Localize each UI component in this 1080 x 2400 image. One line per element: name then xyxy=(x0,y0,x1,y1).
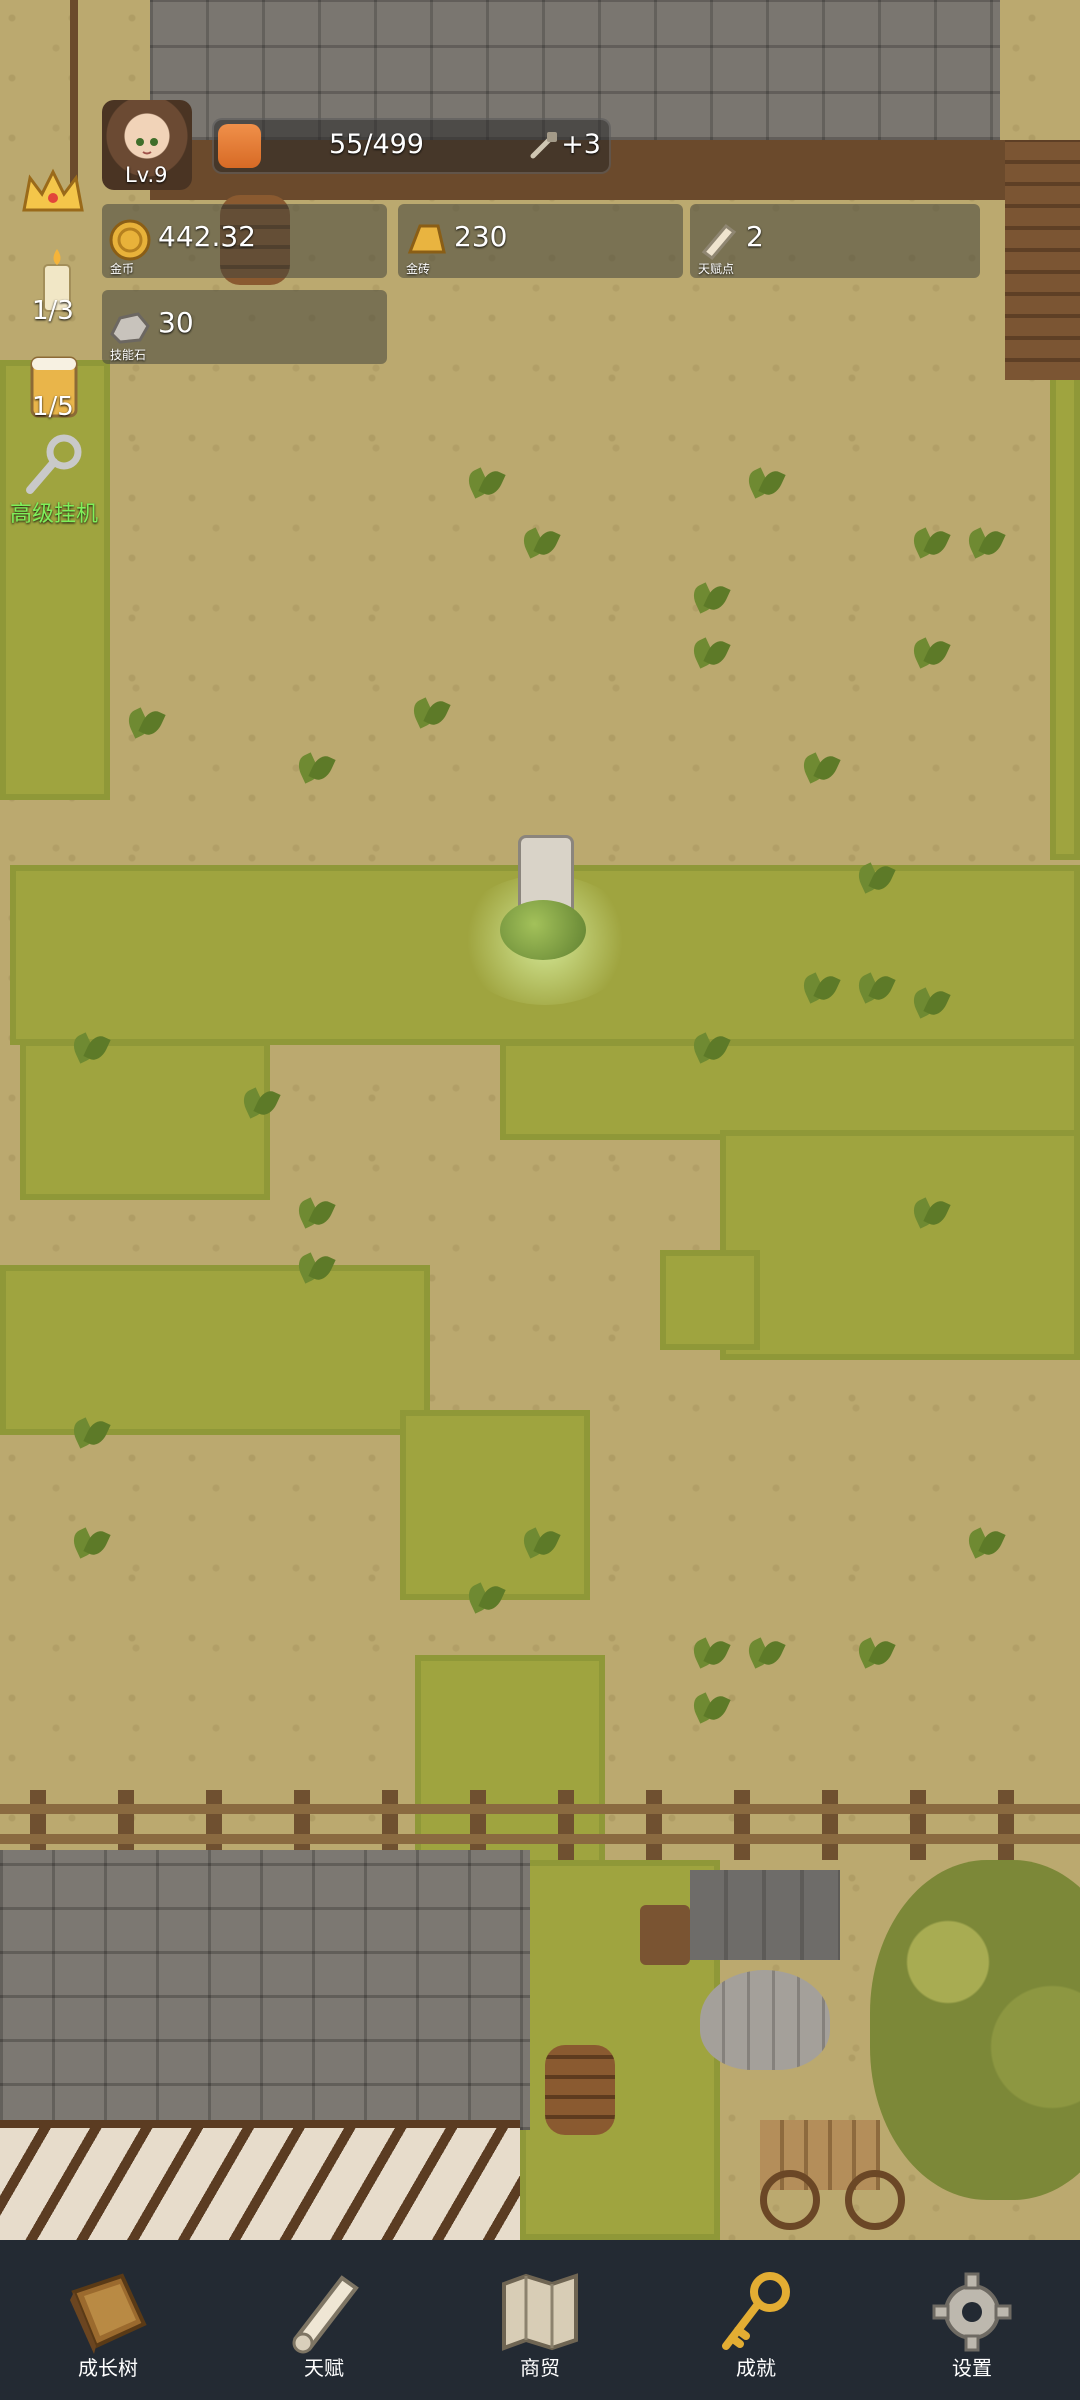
well-base xyxy=(700,1970,830,2070)
player-level: Lv.9 xyxy=(125,163,168,187)
stone-icon xyxy=(110,312,150,344)
bush-crop xyxy=(500,900,586,960)
nav-label: 成就 xyxy=(736,2356,776,2380)
sprout xyxy=(745,460,785,496)
grass-patch xyxy=(0,360,110,800)
sprout xyxy=(465,1575,505,1611)
house-roof xyxy=(0,1850,530,2130)
sprout xyxy=(70,1025,110,1061)
well-roof xyxy=(690,1870,840,1960)
sprout xyxy=(295,1245,335,1281)
xp-bonus: +3 xyxy=(561,129,601,160)
wooden-cart xyxy=(660,2110,930,2230)
sprout xyxy=(800,745,840,781)
sprout xyxy=(70,1520,110,1556)
face-icon xyxy=(136,138,158,155)
player-character[interactable] xyxy=(455,835,635,1005)
sprout xyxy=(910,520,950,556)
beer-count: 1/5 xyxy=(32,392,74,422)
coin-icon xyxy=(109,219,151,261)
sprout xyxy=(965,1520,1005,1556)
nav-label: 天赋 xyxy=(304,2356,344,2380)
gold-coin-counter[interactable]: 442.32 金币 xyxy=(102,204,387,278)
scroll-icon xyxy=(701,223,737,261)
nav-settings[interactable]: 设置 xyxy=(864,2240,1080,2400)
skill-stone-label: 技能石 xyxy=(110,348,147,362)
candle-count: 1/3 xyxy=(32,296,74,326)
scroll-icon xyxy=(292,2275,359,2354)
sprout xyxy=(800,965,840,1001)
crown-icon[interactable] xyxy=(18,160,88,230)
sprout xyxy=(910,630,950,666)
key-icon xyxy=(722,2272,790,2350)
skill-stone-value: 30 xyxy=(158,306,194,339)
talent-point-value: 2 xyxy=(746,220,764,253)
talent-point-label: 天赋点 xyxy=(698,262,735,276)
gear-icon xyxy=(932,2272,1012,2352)
sprout xyxy=(410,690,450,726)
sprout xyxy=(965,520,1005,556)
xp-text: 55/499 xyxy=(329,129,424,160)
gold-bar-label: 金砖 xyxy=(406,262,431,276)
sprout xyxy=(855,1630,895,1666)
gold-bar-value: 230 xyxy=(454,220,508,253)
sprout xyxy=(855,855,895,891)
grass-patch xyxy=(20,1040,270,1200)
water-bucket xyxy=(640,1905,690,1965)
stone-well xyxy=(690,1870,840,2080)
sprout xyxy=(70,1410,110,1446)
nav-label: 设置 xyxy=(952,2356,992,2380)
nav-talent[interactable]: 天赋 xyxy=(216,2240,432,2400)
cart-wheel xyxy=(845,2170,905,2230)
nav-label: 商贸 xyxy=(520,2356,560,2380)
cart-wheel xyxy=(760,2170,820,2230)
gold-coin-value: 442.32 xyxy=(158,220,256,253)
map-icon xyxy=(502,2273,578,2351)
sprout xyxy=(690,1685,730,1721)
talent-point-counter[interactable]: 2 天赋点 xyxy=(690,204,980,278)
sprout xyxy=(690,1630,730,1666)
sprout xyxy=(240,1080,280,1116)
book-icon xyxy=(70,2273,147,2354)
grass-patch xyxy=(720,1130,1080,1360)
house-wall xyxy=(0,2120,520,2240)
sprout xyxy=(465,460,505,496)
grass-patch xyxy=(400,1410,590,1600)
grass-patch xyxy=(1050,360,1080,860)
sprout xyxy=(910,980,950,1016)
sprout xyxy=(855,965,895,1001)
nav-achievement[interactable]: 成就 xyxy=(648,2240,864,2400)
advanced-afk-label[interactable]: 高级挂机 xyxy=(10,496,98,528)
xp-bonus-icon xyxy=(530,132,557,159)
grass-patch xyxy=(660,1250,760,1350)
nav-trade[interactable]: 商贸 xyxy=(432,2240,648,2400)
gold-bar-icon xyxy=(407,224,446,254)
nav-growth-tree[interactable]: 成长树 xyxy=(0,2240,216,2400)
sprout xyxy=(690,575,730,611)
xp-bar: 55/499 +3 xyxy=(212,118,611,174)
gold-bar-counter[interactable]: 230 金砖 xyxy=(398,204,683,278)
sprout xyxy=(520,1520,560,1556)
wrench-icon[interactable] xyxy=(20,430,90,500)
gold-coin-label: 金币 xyxy=(110,262,135,276)
sprout xyxy=(745,1630,785,1666)
nav-label: 成长树 xyxy=(78,2356,138,2380)
sprout xyxy=(520,520,560,556)
skill-stone-counter[interactable]: 30 技能石 xyxy=(102,290,387,364)
sprout xyxy=(295,745,335,781)
sprout xyxy=(295,1190,335,1226)
grass-patch xyxy=(500,1040,1080,1140)
sprout xyxy=(690,630,730,666)
sprout xyxy=(690,1025,730,1061)
sprout xyxy=(125,700,165,736)
barrel xyxy=(545,2045,615,2135)
bottom-nav: 成长树 天赋 商贸 成就 设置 xyxy=(0,2240,1080,2400)
sprout xyxy=(910,1190,950,1226)
house-wall xyxy=(1005,140,1080,380)
grass-patch xyxy=(0,1265,430,1435)
